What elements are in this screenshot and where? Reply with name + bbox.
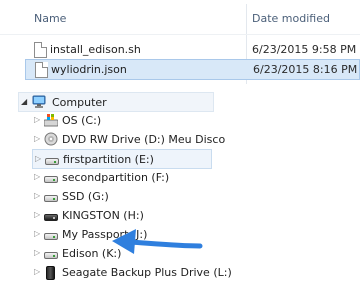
file-row-wyliodrin-json[interactable]: wyliodrin.json 6/23/2015 8:16 PM xyxy=(25,59,360,80)
tree-label: secondpartition (F:) xyxy=(62,171,170,184)
tree-label: KINGSTON (H:) xyxy=(62,209,144,222)
expand-arrow-icon[interactable]: ▷ xyxy=(35,154,44,164)
os-drive-icon xyxy=(44,114,58,127)
tree-label: Seagate Backup Plus Drive (L:) xyxy=(62,266,232,279)
column-header-date-modified[interactable]: Date modified xyxy=(252,12,330,25)
tree-item-edison-k[interactable]: ▷ Edison (K:) xyxy=(32,244,132,264)
tree-item-seagate-l[interactable]: ▷ Seagate Backup Plus Drive (L:) xyxy=(32,263,232,283)
file-name: wyliodrin.json xyxy=(51,63,127,76)
tree-item-my-passport-j[interactable]: ▷ My Passport (J:) xyxy=(32,225,212,245)
external-drive-icon xyxy=(44,265,58,280)
expand-arrow-icon[interactable]: ▷ xyxy=(34,229,43,239)
expand-arrow-icon[interactable]: ▷ xyxy=(34,267,43,277)
tree-item-computer[interactable]: ◢ Computer xyxy=(18,92,214,112)
tree-item-ssd-g[interactable]: ▷ SSD (G:) xyxy=(32,187,212,207)
tree-label: DVD RW Drive (D:) Meu Disco xyxy=(62,133,226,146)
expand-arrow-icon[interactable]: ▷ xyxy=(34,115,43,125)
drive-icon xyxy=(44,170,58,184)
expand-arrow-icon[interactable]: ▷ xyxy=(34,191,43,201)
file-row-install-edison[interactable]: install_edison.sh 6/23/2015 9:58 PM xyxy=(25,40,360,61)
document-icon xyxy=(35,62,48,78)
expand-arrow-icon[interactable]: ▷ xyxy=(34,134,43,144)
header-divider xyxy=(0,34,360,35)
file-date: 6/23/2015 8:16 PM xyxy=(253,63,358,76)
tree-item-os-c[interactable]: ▷ OS (C:) xyxy=(32,111,212,131)
computer-icon xyxy=(32,95,46,108)
navigation-tree: ◢ Computer ▷ OS (C:) ▷ DVD RW Drive (D:)… xyxy=(0,86,360,300)
tree-label: SSD (G:) xyxy=(62,190,109,203)
file-name: install_edison.sh xyxy=(50,43,141,56)
tree-item-firstpartition-e[interactable]: ▷ firstpartition (E:) xyxy=(32,149,212,169)
tree-label: firstpartition (E:) xyxy=(63,153,154,166)
drive-icon xyxy=(44,246,58,260)
tree-item-dvd-d[interactable]: ▷ DVD RW Drive (D:) Meu Disco xyxy=(32,130,226,150)
tree-label: My Passport (J:) xyxy=(62,228,148,241)
document-icon xyxy=(34,42,47,58)
tree-item-secondpartition-f[interactable]: ▷ secondpartition (F:) xyxy=(32,168,212,188)
drive-icon xyxy=(44,227,58,241)
drive-icon xyxy=(45,152,59,166)
column-header-name[interactable]: Name xyxy=(34,12,66,25)
dvd-drive-icon xyxy=(44,132,58,146)
file-date: 6/23/2015 9:58 PM xyxy=(252,43,357,56)
expand-arrow-icon[interactable]: ▷ xyxy=(34,210,43,220)
tree-label: OS (C:) xyxy=(62,114,102,127)
tree-label: Computer xyxy=(52,96,107,109)
drive-icon xyxy=(44,189,58,203)
file-list-pane: Name Date modified install_edison.sh 6/2… xyxy=(0,0,360,84)
tree-label: Edison (K:) xyxy=(62,247,122,260)
expand-arrow-icon[interactable]: ▷ xyxy=(34,248,43,258)
expand-arrow-icon[interactable]: ▷ xyxy=(34,172,43,182)
tree-item-kingston-h[interactable]: ▷ KINGSTON (H:) xyxy=(32,206,212,226)
dark-drive-icon xyxy=(44,208,58,222)
collapse-arrow-icon[interactable]: ◢ xyxy=(21,97,30,107)
